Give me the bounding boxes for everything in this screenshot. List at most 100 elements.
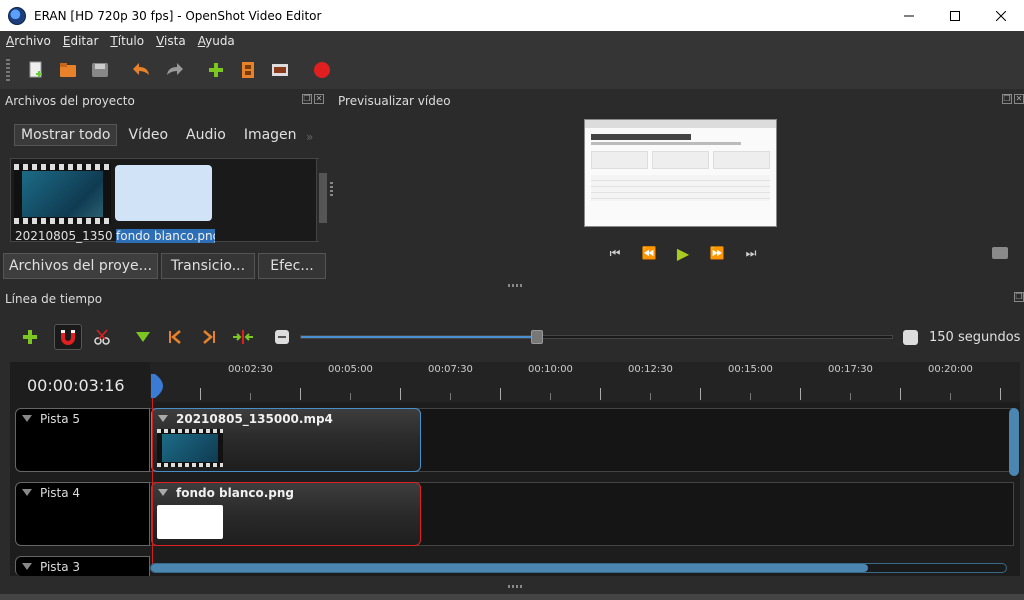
menu-editar[interactable]: Editar: [57, 34, 105, 48]
undo-button[interactable]: [129, 57, 155, 83]
magnet-icon: [61, 330, 75, 345]
file-label-image[interactable]: fondo blanco.png: [116, 229, 215, 243]
open-project-button[interactable]: [55, 57, 81, 83]
menu-vista[interactable]: Vista: [150, 34, 192, 48]
zoom-out-button[interactable]: [268, 324, 296, 350]
clip-menu-icon[interactable]: [158, 415, 168, 422]
clip-title: 20210805_135000.mp4: [176, 412, 333, 426]
minimize-button[interactable]: [886, 0, 932, 31]
zoom-slider-handle[interactable]: [531, 330, 543, 344]
timeline-clip-image[interactable]: fondo blanco.png: [151, 482, 421, 546]
fullscreen-icon: [272, 64, 288, 76]
zoom-in-icon[interactable]: [903, 330, 918, 345]
save-project-button[interactable]: [87, 57, 113, 83]
previous-marker-button[interactable]: [161, 324, 189, 350]
timeline-vertical-scrollbar[interactable]: [1009, 408, 1019, 562]
file-label-video[interactable]: 20210805_135000...: [15, 229, 113, 243]
jump-end-icon[interactable]: ⏭: [740, 246, 762, 260]
export-video-button[interactable]: [309, 57, 335, 83]
fullscreen-button[interactable]: [267, 57, 293, 83]
camera-icon[interactable]: [992, 247, 1008, 259]
float-timeline-icon[interactable]: ❐: [1014, 292, 1024, 302]
open-folder-icon: [60, 63, 76, 77]
fast-forward-icon[interactable]: ⏩: [706, 246, 728, 260]
ruler-tick: [1000, 388, 1001, 400]
ruler-tick: [650, 393, 651, 400]
menu-titulo[interactable]: Título: [104, 34, 150, 48]
track-menu-icon[interactable]: [22, 415, 32, 422]
center-playhead-button[interactable]: [229, 324, 257, 350]
jump-start-icon[interactable]: ⏮: [604, 246, 626, 260]
float-panel-icon[interactable]: ❐: [302, 94, 312, 104]
film-strip-icon: [242, 62, 254, 78]
close-button[interactable]: [978, 0, 1024, 31]
close-panel-icon[interactable]: ✕: [314, 94, 324, 104]
filter-show-all[interactable]: Mostrar todo: [14, 124, 118, 146]
vertical-splitter[interactable]: [330, 182, 333, 198]
playback-controls: ⏮ ⏪ ▶ ⏩ ⏭: [604, 244, 762, 263]
openshot-logo-icon: [8, 6, 26, 25]
plus-icon: [23, 330, 37, 344]
timeline-vertical-scrollbar-thumb[interactable]: [1009, 408, 1019, 476]
snapping-toggle[interactable]: [54, 324, 82, 350]
ruler-tick: [800, 388, 801, 400]
choose-profile-button[interactable]: [235, 57, 261, 83]
file-thumbnail-video[interactable]: [14, 164, 111, 224]
ruler-tick: [750, 393, 751, 400]
play-icon[interactable]: ▶: [672, 244, 694, 263]
ruler-tick: [200, 388, 201, 400]
redo-icon: [167, 63, 183, 75]
horizontal-splitter[interactable]: [508, 284, 524, 287]
filter-image[interactable]: Imagen: [237, 124, 304, 146]
files-scrollbar-thumb[interactable]: [319, 173, 327, 223]
tab-project-files[interactable]: Archivos del proye...: [3, 253, 158, 279]
maximize-button[interactable]: [932, 0, 978, 31]
timeline-horizontal-scrollbar-thumb[interactable]: [151, 564, 868, 572]
add-marker-button[interactable]: [129, 324, 157, 350]
toolbar-grip[interactable]: [6, 59, 10, 81]
next-marker-icon: [203, 330, 215, 344]
import-files-button[interactable]: [203, 57, 229, 83]
ruler-tick: [250, 393, 251, 400]
timeline-horizontal-scrollbar[interactable]: [150, 563, 1007, 573]
redo-button[interactable]: [161, 57, 187, 83]
ruler-time-label: 00:05:00: [328, 364, 373, 375]
zoom-slider-track[interactable]: [300, 335, 893, 339]
track-menu-icon[interactable]: [22, 489, 32, 496]
filter-audio[interactable]: Audio: [179, 124, 233, 146]
playhead-handle[interactable]: [149, 374, 163, 398]
track-menu-icon[interactable]: [22, 563, 32, 570]
ruler-tick: [450, 393, 451, 400]
add-track-button[interactable]: [16, 324, 44, 350]
timeline-ruler[interactable]: [150, 362, 1020, 402]
clip-menu-icon[interactable]: [158, 489, 168, 496]
files-scrollbar[interactable]: [316, 159, 328, 241]
bottom-splitter[interactable]: [508, 585, 524, 588]
window-title: ERAN [HD 720p 30 fps] - OpenShot Video E…: [34, 8, 322, 23]
menu-ayuda[interactable]: Ayuda: [192, 34, 241, 48]
ruler-time-label: 00:17:30: [828, 364, 873, 375]
razor-tool-button[interactable]: [88, 324, 116, 350]
file-thumbnail-image[interactable]: [115, 165, 212, 221]
track-name: Pista 5: [40, 412, 81, 426]
more-filters-icon[interactable]: »: [306, 130, 313, 144]
ruler-time-label: 00:07:30: [428, 364, 473, 375]
tab-transitions[interactable]: Transicio...: [161, 253, 255, 279]
float-preview-icon[interactable]: ❐: [1002, 94, 1012, 104]
tab-effects[interactable]: Efec...: [258, 253, 326, 279]
track-header[interactable]: Pista 4: [15, 482, 150, 546]
close-preview-icon[interactable]: ✕: [1014, 94, 1024, 104]
menu-archivo[interactable]: Archivo: [0, 34, 57, 48]
ruler-tick: [600, 388, 601, 400]
dock-tabs: Archivos del proye... Transicio... Efec.…: [3, 253, 326, 279]
ruler-tick: [700, 388, 701, 400]
ruler-tick: [950, 393, 951, 400]
zoom-out-icon: [275, 330, 289, 344]
timeline-clip-video[interactable]: 20210805_135000.mp4: [151, 408, 421, 472]
track-header[interactable]: Pista 5: [15, 408, 150, 472]
rewind-icon[interactable]: ⏪: [638, 246, 660, 260]
next-marker-button[interactable]: [195, 324, 223, 350]
track-header[interactable]: Pista 3: [15, 556, 150, 576]
new-project-button[interactable]: [23, 57, 49, 83]
filter-video[interactable]: Vídeo: [121, 124, 175, 146]
